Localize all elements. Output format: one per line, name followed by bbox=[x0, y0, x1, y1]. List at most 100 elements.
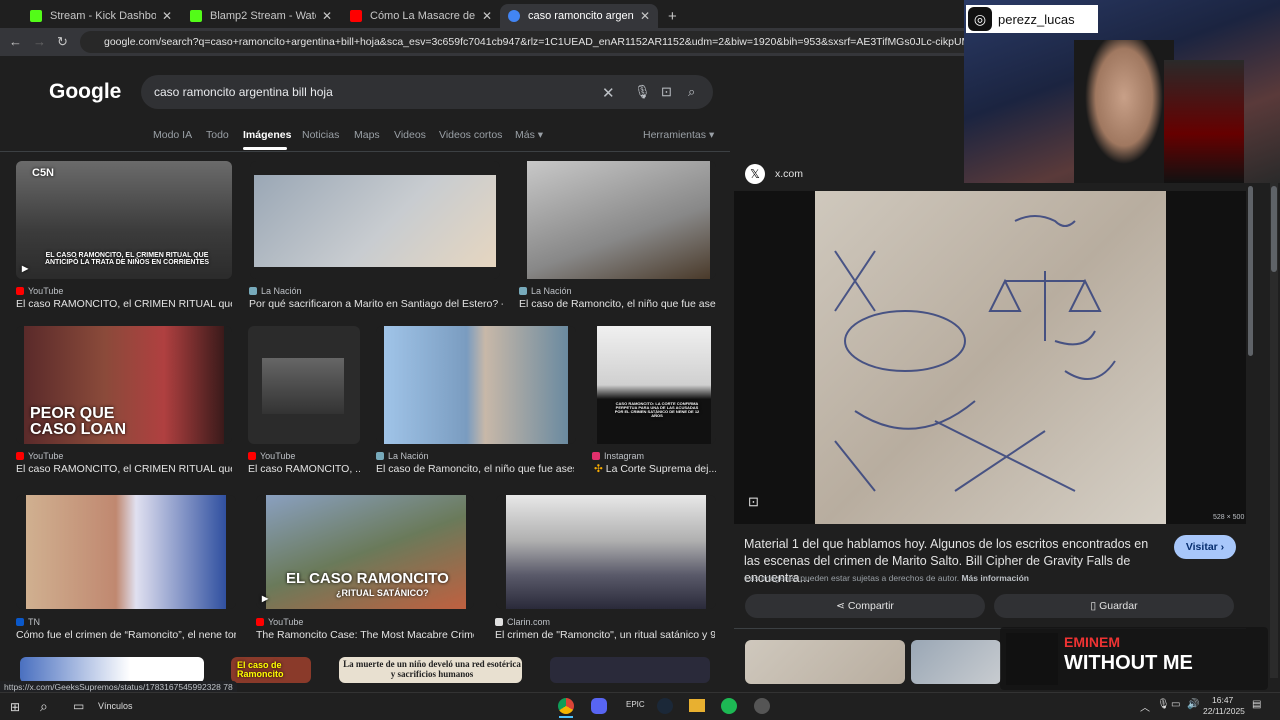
tab-google-search[interactable]: caso ramoncito argentina bill h ✕ bbox=[500, 4, 658, 28]
visit-button[interactable]: Visitar › bbox=[1174, 535, 1236, 559]
search-input[interactable]: caso ramoncito argentina bill hoja bbox=[141, 75, 713, 109]
network-icon[interactable]: ▭ bbox=[1171, 699, 1180, 710]
clear-icon[interactable]: ✕ bbox=[602, 84, 615, 102]
result-source[interactable]: YouTube bbox=[16, 451, 63, 461]
microphone-tray-icon[interactable]: 🎙 bbox=[1157, 699, 1170, 710]
clock-time[interactable]: 16:47 bbox=[1212, 695, 1233, 705]
filter-short-videos[interactable]: Videos cortos bbox=[439, 129, 502, 141]
related-image-1[interactable] bbox=[745, 640, 905, 684]
result-image-10[interactable] bbox=[496, 495, 716, 609]
result-caption[interactable]: The Ramoncito Case: The Most Macabre Cri… bbox=[256, 629, 474, 641]
discord-icon[interactable] bbox=[591, 698, 607, 714]
result-caption[interactable]: El crimen de "Ramoncito", un ritual satá… bbox=[495, 629, 715, 641]
tab-blamp2-stream[interactable]: Blamp2 Stream - Watch Live on ✕ bbox=[182, 4, 340, 28]
filter-news[interactable]: Noticias bbox=[302, 129, 339, 141]
forward-icon[interactable]: → bbox=[33, 34, 46, 49]
kick-icon bbox=[190, 10, 202, 22]
result-caption[interactable]: ✣ La Corte Suprema dej... bbox=[594, 463, 716, 475]
close-tab-icon[interactable]: ✕ bbox=[322, 9, 332, 23]
child-photo bbox=[384, 326, 568, 444]
result-image-11[interactable] bbox=[20, 657, 204, 683]
spotify-icon[interactable] bbox=[721, 698, 737, 714]
tray-chevron-icon[interactable]: ︿ bbox=[1140, 699, 1150, 714]
reload-icon[interactable]: ↻ bbox=[57, 34, 68, 50]
close-tab-icon[interactable]: ✕ bbox=[640, 9, 650, 23]
result-caption[interactable]: Cómo fue el crimen de “Ramoncito”, el ne… bbox=[16, 629, 236, 641]
address-bar[interactable]: google.com/search?q=caso+ramoncito+argen… bbox=[80, 31, 980, 53]
result-image-8[interactable] bbox=[16, 495, 236, 609]
notification-icon[interactable]: ▤ bbox=[1252, 699, 1261, 710]
tools-button[interactable]: Herramientas ▾ bbox=[643, 129, 714, 141]
filter-ai-mode[interactable]: Modo IA bbox=[153, 129, 192, 141]
close-tab-icon[interactable]: ✕ bbox=[482, 9, 492, 23]
tab-youtube-video[interactable]: Cómo La Masacre de Texas De ✕ bbox=[342, 4, 500, 28]
result-source[interactable]: TN bbox=[16, 617, 40, 627]
result-source[interactable]: YouTube bbox=[256, 617, 303, 627]
result-image-4[interactable]: PEOR QUE CASO LOAN bbox=[16, 326, 232, 444]
result-caption[interactable]: El caso de Ramoncito, el niño que fue as… bbox=[519, 298, 716, 310]
google-logo[interactable]: Google bbox=[49, 80, 121, 104]
result-caption[interactable]: El caso de Ramoncito, el niño que fue as… bbox=[376, 463, 574, 475]
instagram-icon: ◎ bbox=[968, 7, 992, 31]
steam-icon[interactable] bbox=[657, 698, 673, 714]
page-scrollbar-thumb[interactable] bbox=[1271, 186, 1277, 272]
result-caption[interactable]: Por qué sacrificaron a Marito en Santiag… bbox=[249, 298, 503, 310]
result-image-2[interactable] bbox=[250, 161, 500, 279]
lens-icon[interactable]: ⊡ bbox=[661, 84, 672, 100]
panel-scrollbar-thumb[interactable] bbox=[1248, 186, 1253, 356]
result-image-12[interactable]: El caso de Ramoncito bbox=[231, 657, 311, 683]
result-source[interactable]: La Nación bbox=[249, 286, 302, 296]
result-caption[interactable]: El caso RAMONCITO, ... bbox=[248, 463, 360, 475]
share-icon: ⋖ bbox=[836, 600, 848, 612]
result-caption[interactable]: El caso RAMONCITO, el CRIMEN RITUAL que … bbox=[16, 463, 232, 475]
result-image-7[interactable]: CASO RAMONCITO: LA CORTE CONFIRMA PERPET… bbox=[592, 326, 716, 444]
filter-maps[interactable]: Maps bbox=[354, 129, 380, 141]
result-image-9[interactable]: EL CASO RAMONCITO ¿RITUAL SATÁNICO? ▶ bbox=[256, 495, 474, 609]
preview-source[interactable]: x.com bbox=[775, 168, 803, 180]
result-source[interactable]: Clarin.com bbox=[495, 617, 550, 627]
chrome-icon[interactable] bbox=[558, 698, 574, 714]
preview-image[interactable] bbox=[815, 191, 1166, 524]
back-icon[interactable]: ← bbox=[9, 34, 22, 49]
taskbar-search-label[interactable]: Vínculos bbox=[98, 701, 133, 711]
clock-date[interactable]: 22/11/2025 bbox=[1203, 706, 1245, 716]
result-image-1[interactable]: C5N EL CASO RAMONCITO, EL CRIMEN RITUAL … bbox=[16, 161, 232, 279]
filter-images[interactable]: Imágenes bbox=[243, 129, 291, 141]
save-button[interactable]: ▯ Guardar bbox=[994, 594, 1234, 618]
sparkle-icon: ✣ bbox=[594, 463, 603, 475]
file-explorer-icon[interactable] bbox=[689, 699, 705, 712]
lens-search-icon[interactable]: ⊡ bbox=[748, 494, 764, 510]
obs-icon[interactable] bbox=[754, 698, 770, 714]
x-logo-icon: 𝕏 bbox=[745, 164, 765, 184]
related-image-2[interactable] bbox=[911, 640, 1001, 684]
microphone-icon[interactable]: 🎙 bbox=[634, 84, 651, 100]
filter-all[interactable]: Todo bbox=[206, 129, 229, 141]
result-source[interactable]: Instagram bbox=[592, 451, 644, 461]
paper-photo bbox=[254, 175, 496, 267]
youtube-icon bbox=[16, 452, 24, 460]
close-tab-icon[interactable]: ✕ bbox=[162, 9, 172, 23]
result-caption[interactable]: El caso RAMONCITO, el CRIMEN RITUAL que … bbox=[16, 298, 232, 310]
more-info-link[interactable]: Más información bbox=[961, 573, 1029, 583]
search-icon[interactable]: ⌕ bbox=[688, 84, 695, 100]
tab-kick-dashboard[interactable]: Stream - Kick Dashboard ✕ bbox=[22, 4, 180, 28]
google-icon bbox=[508, 10, 520, 22]
epic-games-icon[interactable]: EPIC bbox=[626, 700, 645, 709]
result-source[interactable]: YouTube bbox=[248, 451, 295, 461]
windows-start-icon[interactable]: ⊞ bbox=[10, 700, 20, 714]
volume-icon[interactable]: 🔊 bbox=[1187, 699, 1199, 710]
result-image-13[interactable]: La muerte de un niño develó una red esot… bbox=[339, 657, 522, 683]
result-image-6[interactable] bbox=[376, 326, 576, 444]
search-icon[interactable]: ⌕ bbox=[40, 698, 48, 715]
result-source[interactable]: YouTube bbox=[16, 286, 63, 296]
new-tab-button[interactable]: + bbox=[660, 4, 682, 28]
result-source[interactable]: La Nación bbox=[376, 451, 429, 461]
result-image-5[interactable] bbox=[248, 326, 360, 444]
share-button[interactable]: ⋖ Compartir bbox=[745, 594, 985, 618]
filter-more[interactable]: Más ▾ bbox=[515, 129, 543, 141]
task-view-icon[interactable]: ▭ bbox=[73, 699, 84, 713]
result-source[interactable]: La Nación bbox=[519, 286, 572, 296]
result-image-14[interactable] bbox=[550, 657, 710, 683]
result-image-3[interactable] bbox=[520, 161, 716, 279]
filter-videos[interactable]: Videos bbox=[394, 129, 426, 141]
